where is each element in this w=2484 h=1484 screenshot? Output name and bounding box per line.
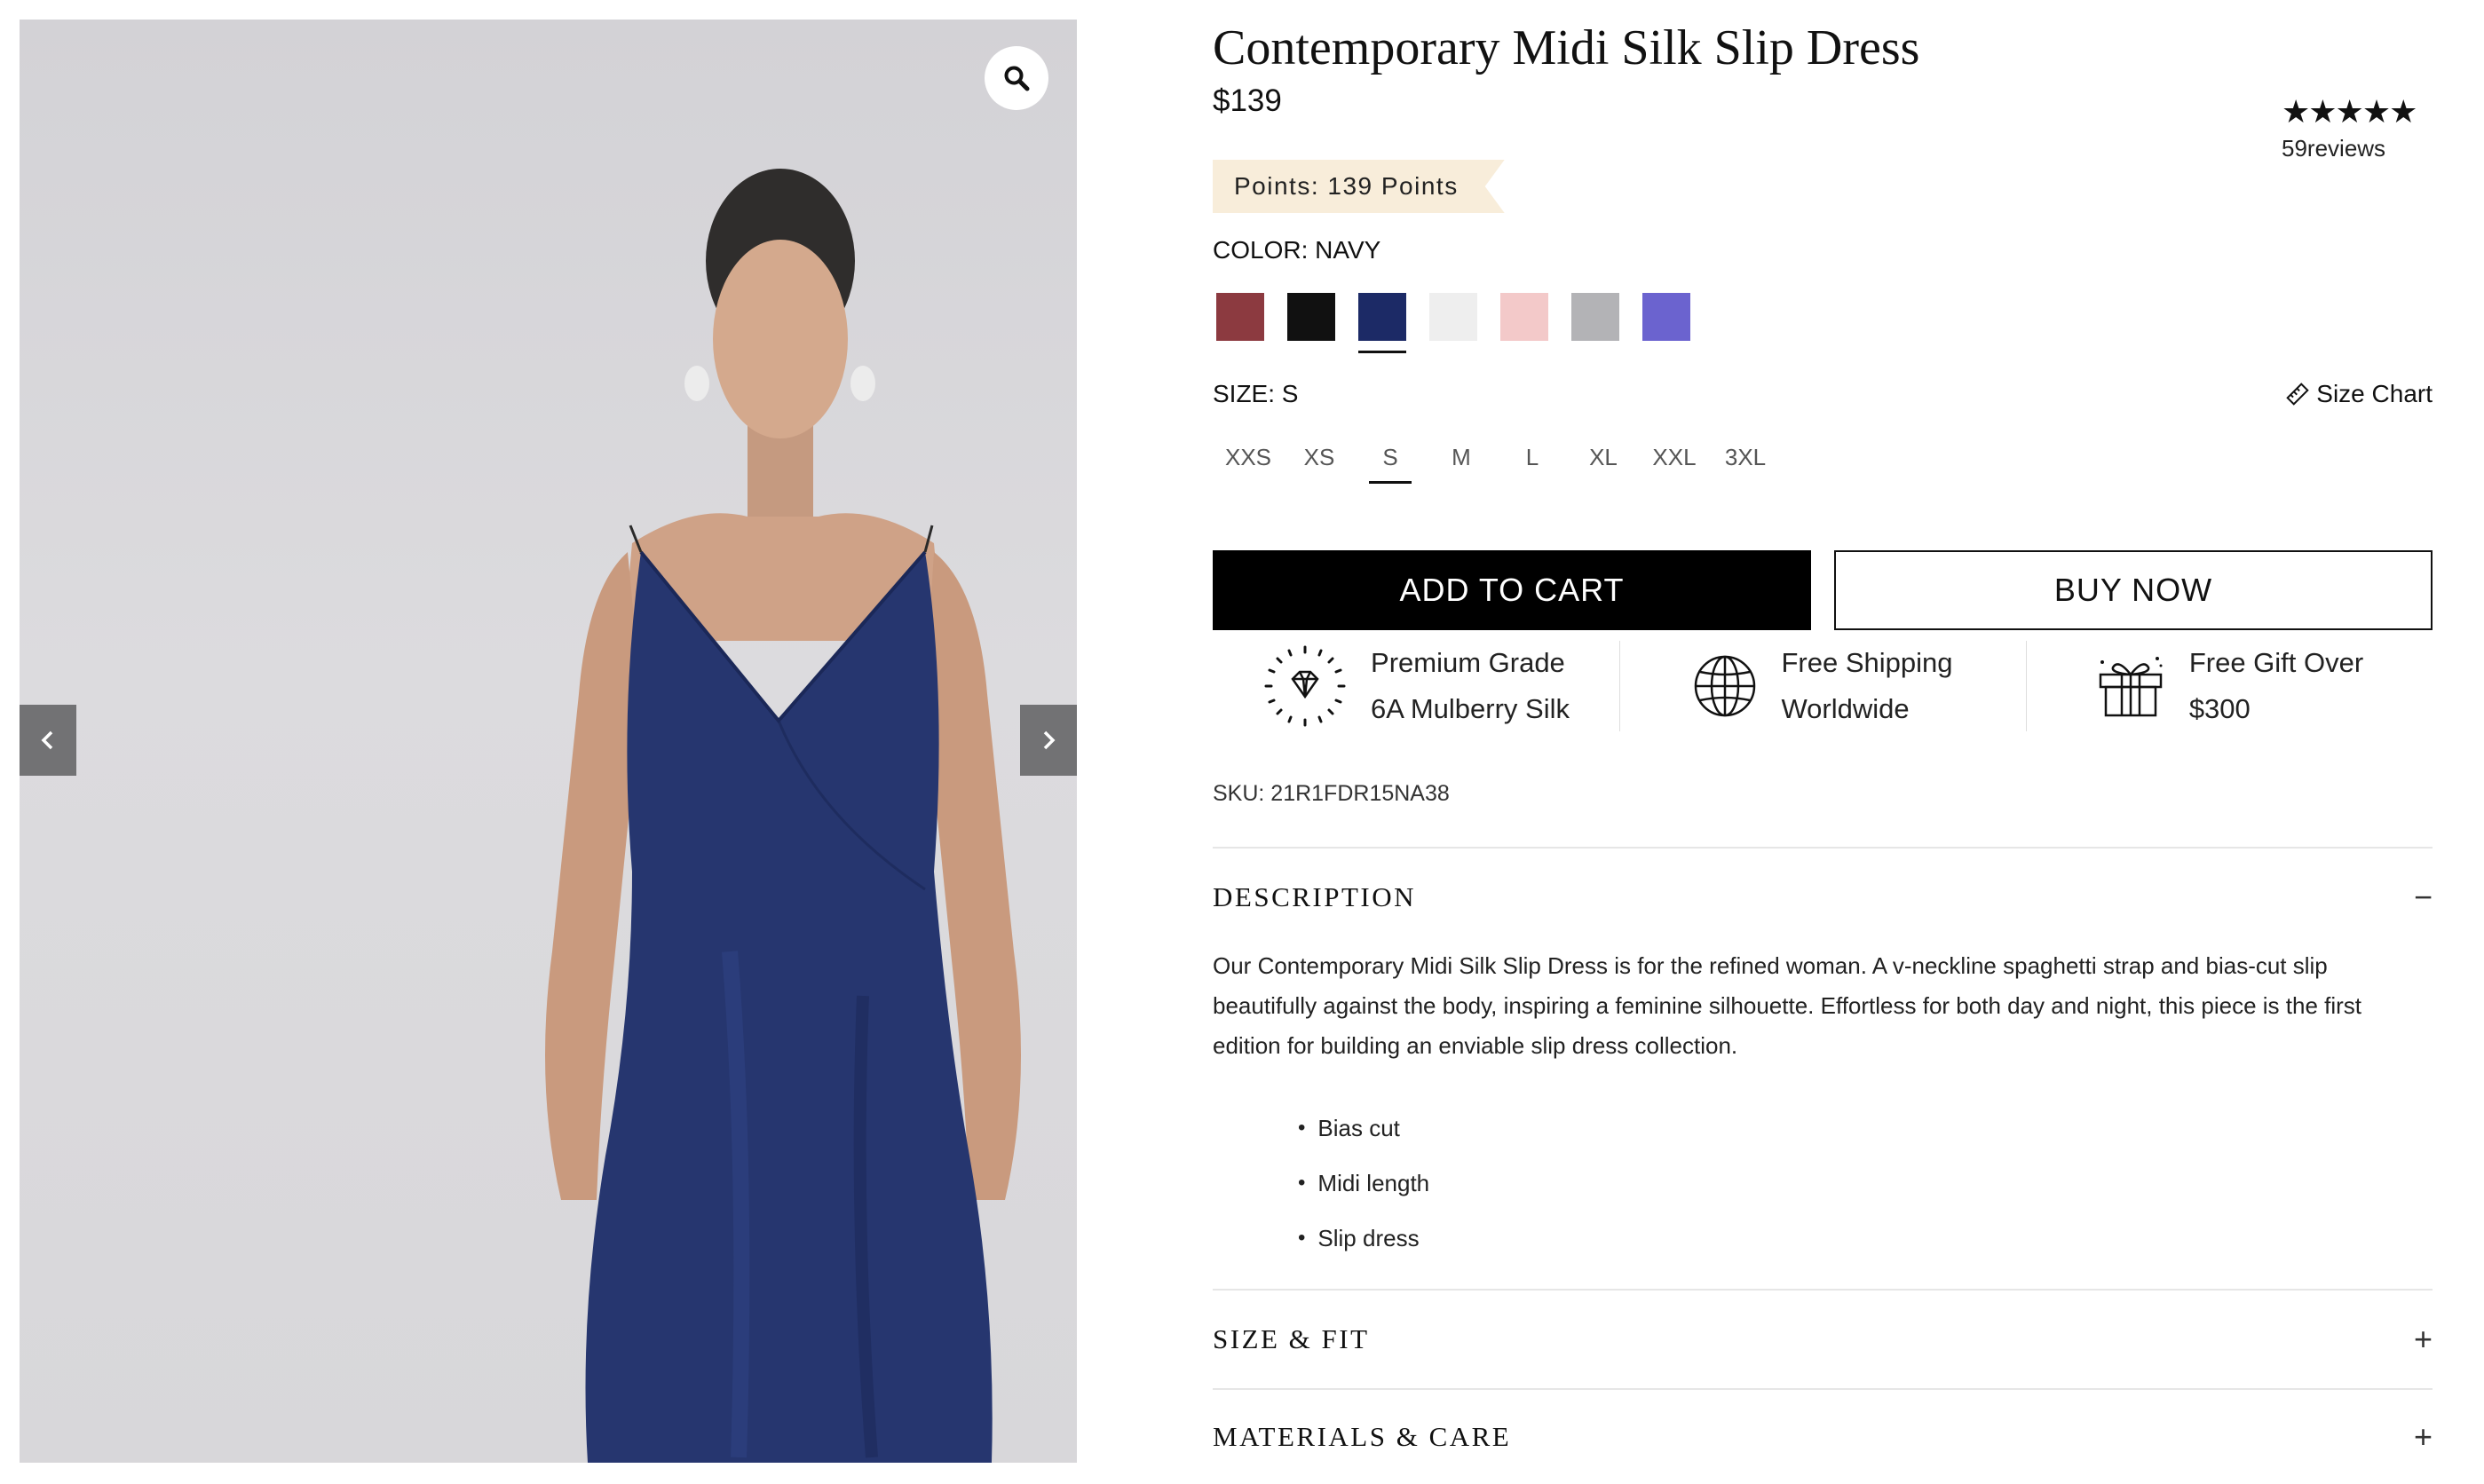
size-options: XXS XS S M L XL XXL 3XL [1213,444,1781,484]
color-label: COLOR: NAVY [1213,236,1381,264]
product-price: $139 [1213,83,1282,118]
size-option-xl[interactable]: XL [1568,444,1639,484]
globe-icon [1695,655,1756,717]
size-label: SIZE: S [1213,380,1299,407]
magnifier-icon [1004,66,1030,91]
feature-gift: Free Gift Over $300 [2026,637,2433,735]
rating-summary[interactable]: ★★★★★ 59reviews [2282,94,2433,162]
feature-shipping: Free Shipping Worldwide [1619,637,2026,735]
divider [1213,1289,2433,1291]
size-chart-label: Size Chart [2316,380,2433,407]
size-option-m[interactable]: M [1426,444,1497,484]
product-title: Contemporary Midi Silk Slip Dress [1213,20,1920,75]
zoom-button[interactable] [985,46,1048,110]
ruler-icon [2286,383,2310,406]
accordion-materials-care-title: MATERIALS & CARE [1213,1421,1512,1452]
feature-silk-line1: Premium Grade [1371,647,1565,678]
feature-highlights: Premium Grade 6A Mulberry Silk Free Ship… [1213,637,2433,735]
chevron-right-icon [1043,730,1056,750]
add-to-cart-button[interactable]: ADD TO CART [1213,550,1811,630]
color-swatch-purple[interactable] [1642,293,1690,341]
accordion-size-fit-title: SIZE & FIT [1213,1323,1370,1354]
product-photo [545,169,1021,1463]
divider [1213,847,2433,849]
feature-gift-line1: Free Gift Over [2188,647,2364,678]
size-option-xs[interactable]: XS [1284,444,1355,484]
feature-shipping-line1: Free Shipping [1781,647,1953,678]
gallery-next-button[interactable] [1020,705,1077,776]
review-count[interactable]: 59reviews [2282,135,2433,162]
points-badge: Points: 139 Points [1213,160,1505,213]
list-item: Slip dress [1298,1211,1429,1266]
color-swatch-pink[interactable] [1500,293,1548,341]
size-option-3xl[interactable]: 3XL [1710,444,1781,484]
size-option-l[interactable]: L [1497,444,1568,484]
size-chart-link[interactable]: Size Chart [2286,380,2433,408]
color-swatches [1216,293,1690,353]
product-info-panel: Contemporary Midi Silk Slip Dress $139 ★… [1213,0,2433,1484]
gallery-prev-button[interactable] [20,705,76,776]
color-swatch-grey[interactable] [1571,293,1619,341]
accordion-description-title: DESCRIPTION [1213,881,1417,912]
sku-text: SKU: 21R1FDR15NA38 [1213,781,1450,806]
size-option-xxs[interactable]: XXS [1213,444,1284,484]
gift-icon [2099,657,2163,717]
diamond-icon [1264,645,1346,727]
expand-icon: + [2413,1418,2433,1455]
star-rating-icon: ★★★★★ [2282,93,2417,130]
accordion-materials-care-header[interactable]: MATERIALS & CARE + [1213,1415,2433,1459]
divider [1213,1388,2433,1390]
feature-shipping-line2: Worldwide [1781,693,1910,724]
list-item: Bias cut [1298,1101,1429,1156]
feature-gift-line2: $300 [2188,693,2251,724]
collapse-icon: − [2413,879,2433,915]
color-swatch-burgundy[interactable] [1216,293,1264,341]
color-swatch-navy[interactable] [1358,293,1406,353]
feature-silk: Premium Grade 6A Mulberry Silk [1213,637,1619,735]
feature-silk-line2: 6A Mulberry Silk [1371,693,1570,724]
color-swatch-black[interactable] [1287,293,1335,341]
chevron-left-icon [41,730,53,750]
accordion-size-fit-header[interactable]: SIZE & FIT + [1213,1317,2433,1362]
expand-icon: + [2413,1321,2433,1357]
accordion-description-header[interactable]: DESCRIPTION − [1213,875,2433,920]
description-text: Our Contemporary Midi Silk Slip Dress is… [1213,952,2362,1059]
color-swatch-white[interactable] [1429,293,1477,341]
list-item: Midi length [1298,1156,1429,1211]
description-bullets: Bias cut Midi length Slip dress [1298,1101,1429,1266]
product-image-gallery[interactable] [20,20,1077,1463]
buy-now-button[interactable]: BUY NOW [1834,550,2433,630]
size-option-xxl[interactable]: XXL [1639,444,1710,484]
size-option-s[interactable]: S [1355,444,1426,484]
